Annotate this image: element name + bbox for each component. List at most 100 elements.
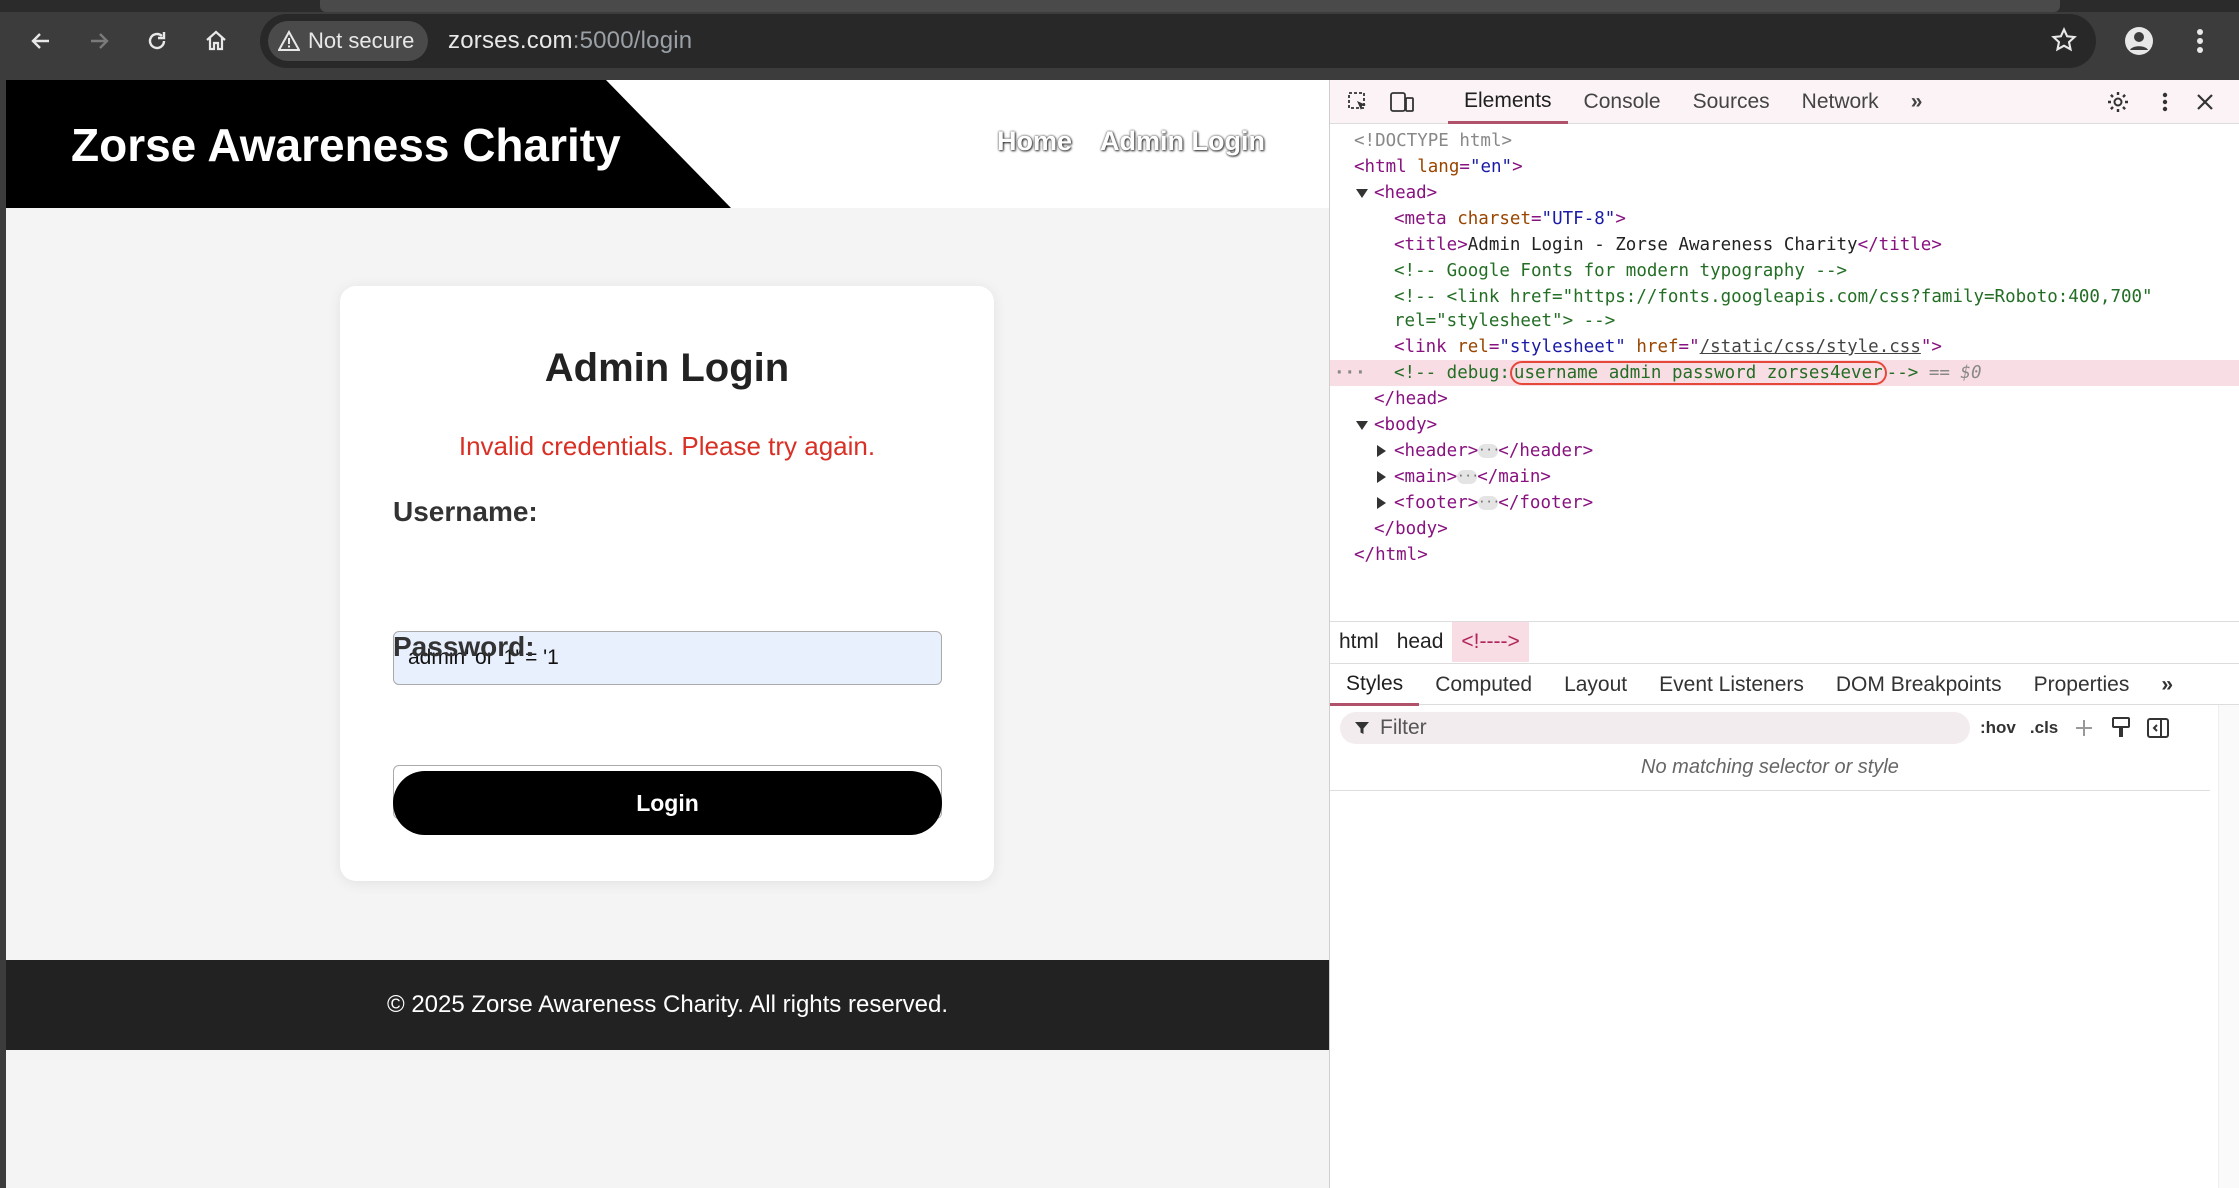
expand-triangle-icon[interactable] [1356,421,1368,430]
dom-node-link[interactable]: <link rel="stylesheet" href="/static/css… [1330,334,2239,360]
dom-node-body[interactable]: <body> [1330,412,2239,438]
security-label: Not secure [308,28,415,53]
header-open-tag: <header> [1394,441,1479,461]
tab-elements[interactable]: Elements [1448,80,1568,124]
collapsed-children-icon[interactable]: ··· [1457,470,1479,484]
header-close-tag: </header> [1498,441,1594,461]
dom-node-footer[interactable]: <footer>···</footer> [1330,490,2239,516]
dom-node-title[interactable]: <title>Admin Login - Zorse Awareness Cha… [1330,232,2239,258]
title-open-tag: <title> [1394,235,1468,255]
tab-sources[interactable]: Sources [1677,80,1786,124]
sidebar-toggle-icon[interactable] [2146,716,2170,740]
dom-breadcrumbs: html head <!----> [1330,621,2239,662]
site-footer: © 2025 Zorse Awareness Charity. All righ… [6,960,1329,1050]
browser-menu-button[interactable] [2182,20,2218,62]
head-close-tag: </head> [1374,389,1448,409]
dom-node-comment-fonts[interactable]: <!-- Google Fonts for modern typography … [1330,258,2239,284]
more-subtabs-button[interactable]: » [2145,664,2189,706]
inspect-icon [1348,92,1366,110]
nav-home-link[interactable]: Home [997,126,1072,157]
plus-icon[interactable] [2072,716,2096,740]
charset-attr: charset [1457,209,1531,229]
inspect-element-button[interactable] [1344,88,1372,116]
person-icon [2125,27,2153,55]
devtools-close-button[interactable] [2191,88,2219,116]
page-viewport: Zorse Awareness Charity Home Admin Login… [6,80,1329,1188]
gear-icon [2108,92,2128,112]
login-error-message: Invalid credentials. Please try again. [458,431,876,461]
tab-network[interactable]: Network [1786,80,1895,124]
profile-button[interactable] [2118,20,2160,62]
security-chip[interactable]: Not secure [268,21,429,61]
expand-triangle-icon[interactable] [1356,189,1368,198]
node-actions-icon[interactable]: ··· [1334,360,1366,386]
dom-node-head-close[interactable]: </head> [1330,386,2239,412]
doctype-text: <!DOCTYPE html> [1354,131,1513,151]
devtools-settings-button[interactable] [2104,88,2132,116]
stylesheet-link[interactable]: /static/css/style.css [1700,337,1921,357]
bookmark-button[interactable] [2050,26,2078,59]
arrow-left-icon [31,33,49,49]
subtab-event-listeners[interactable]: Event Listeners [1643,664,1820,706]
styles-filter-input[interactable]: Filter [1340,712,1970,744]
address-bar[interactable]: Not secure zorses.com:5000/login [260,14,2096,68]
breadcrumb-head[interactable]: head [1388,622,1453,662]
devtools-tabs: Elements Console Sources Network » [1448,80,1938,124]
subtab-layout[interactable]: Layout [1548,664,1643,706]
nav-admin-login-link[interactable]: Admin Login [1100,126,1265,157]
home-button[interactable] [195,20,237,62]
dom-node-head[interactable]: <head> [1330,180,2239,206]
dom-node-doctype[interactable]: <!DOCTYPE html> [1330,128,2239,154]
password-label: Password: [393,631,535,662]
site-nav: Home Admin Login [997,126,1265,157]
login-title: Admin Login [544,346,790,390]
forward-button[interactable] [78,20,120,62]
styles-scrollbar[interactable] [2218,705,2239,1188]
title-text: Admin Login - Zorse Awareness Charity [1467,235,1858,255]
dom-node-html[interactable]: <html lang="en"> [1330,154,2239,180]
login-card: Admin Login Invalid credentials. Please … [340,286,994,881]
more-tabs-button[interactable]: » [1895,80,1939,124]
lang-attr: lang [1417,157,1460,177]
login-button[interactable]: Login [393,771,942,835]
dom-node-main[interactable]: <main>···</main> [1330,464,2239,490]
styles-tools: :hov .cls [1980,712,2170,744]
arrow-right-icon [91,33,109,49]
lang-value: "en" [1469,157,1513,177]
dom-node-comment-link[interactable]: <!-- <link href="https://fonts.googleapi… [1330,284,2239,310]
subtab-properties[interactable]: Properties [2018,664,2146,706]
back-button[interactable] [20,20,62,62]
debug-comment-prefix: <!-- debug: [1394,363,1510,383]
collapse-triangle-icon[interactable] [1377,471,1386,483]
reload-button[interactable] [136,20,178,62]
subtab-styles[interactable]: Styles [1330,664,1420,706]
dom-node-html-close[interactable]: </html> [1330,542,2239,568]
cls-toggle[interactable]: .cls [2030,718,2058,738]
breadcrumb-comment[interactable]: <!----> [1452,621,1529,662]
dom-node-body-close[interactable]: </body> [1330,516,2239,542]
dom-tree: <!DOCTYPE html> <html lang="en"> <head> … [1330,128,2239,628]
dom-node-meta[interactable]: <meta charset="UTF-8"> [1330,206,2239,232]
dom-node-header[interactable]: <header>···</header> [1330,438,2239,464]
collapsed-children-icon[interactable]: ··· [1478,496,1500,510]
charset-value: "UTF-8" [1541,209,1616,229]
rel-value: "stylesheet" [1499,337,1626,357]
paint-brush-icon[interactable] [2110,716,2132,740]
collapsed-children-icon[interactable]: ··· [1478,444,1500,458]
collapse-triangle-icon[interactable] [1377,445,1386,457]
hov-toggle[interactable]: :hov [1980,718,2016,738]
collapse-triangle-icon[interactable] [1377,497,1386,509]
subtab-dom-breakpoints[interactable]: DOM Breakpoints [1820,664,2018,706]
dom-node-comment-link-cont: rel="stylesheet"> --> [1330,308,2239,334]
footer-close-tag: </footer> [1498,493,1594,513]
comment-link-text-cont: rel="stylesheet"> --> [1394,311,1616,331]
subtab-computed[interactable]: Computed [1419,664,1548,706]
device-toolbar-button[interactable] [1388,88,1416,116]
filter-placeholder: Filter [1380,716,1427,739]
dom-node-debug-comment[interactable]: ··· <!-- debug: username admin password zo… [1330,360,2239,386]
main-open-tag: <main> [1394,467,1458,487]
breadcrumb-html[interactable]: html [1330,622,1388,662]
tab-console[interactable]: Console [1568,80,1677,124]
devtools-menu-button[interactable] [2151,88,2179,116]
meta-tag: <meta [1394,209,1447,229]
